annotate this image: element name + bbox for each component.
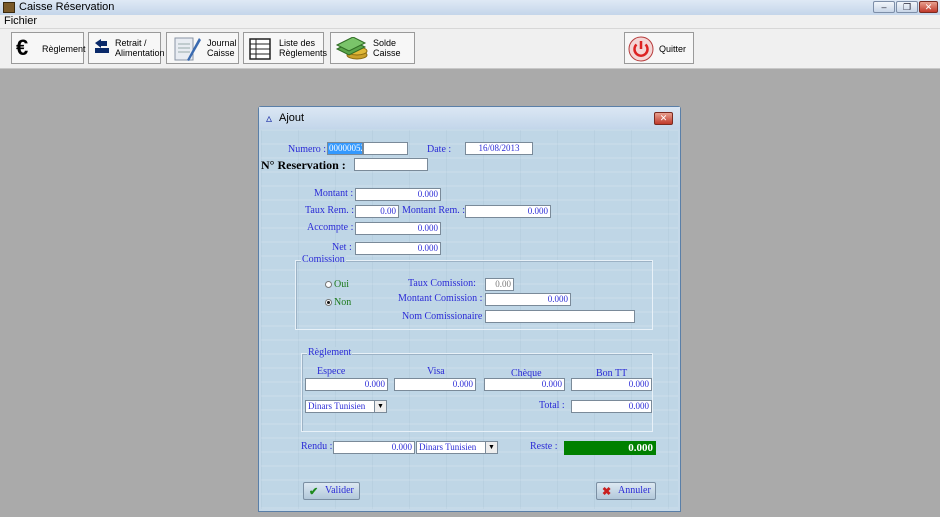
valider-button[interactable]: ✔ Valider xyxy=(303,482,360,500)
comission-non-radio[interactable] xyxy=(325,299,332,306)
retrait-alimentation-button[interactable]: Retrait / Alimentation xyxy=(88,32,165,64)
cheque-field[interactable]: 0.000 xyxy=(484,378,565,391)
reglement-label: Règlement xyxy=(42,44,86,54)
comission-group-label: Comission xyxy=(301,254,346,265)
journal-icon xyxy=(171,34,201,65)
total-label: Total : xyxy=(539,400,565,411)
reste-value: 0.000 xyxy=(564,441,656,455)
toolbar: € Règlement Retrait / Alimentation Journ… xyxy=(0,29,940,69)
comission-oui-radio[interactable] xyxy=(325,281,332,288)
dialog-titlebar: ▵ Ajout ✕ xyxy=(259,107,680,129)
reservation-field[interactable] xyxy=(354,158,428,171)
power-icon xyxy=(628,36,654,65)
numero-label: Numero : xyxy=(288,144,327,155)
chevron-down-icon[interactable]: ▼ xyxy=(374,401,386,412)
dialog-title: Ajout xyxy=(279,112,305,124)
taux-comission-field[interactable]: 0.00 xyxy=(485,278,514,291)
ajout-dialog: ▵ Ajout ✕ Numero : 00000052 Date : 16/08… xyxy=(258,106,681,512)
nom-comissionaire-label: Nom Comissionaire : xyxy=(402,311,488,322)
comission-oui-label: Oui xyxy=(334,279,349,290)
solde-label-1: Solde xyxy=(373,38,397,48)
taux-comission-label: Taux Comission: xyxy=(408,278,476,289)
retrait-label-2: Alimentation xyxy=(115,48,165,58)
accompte-label: Accompte : xyxy=(307,222,354,233)
bontt-field[interactable]: 0.000 xyxy=(571,378,652,391)
net-field[interactable]: 0.000 xyxy=(355,242,441,255)
money-stack-icon xyxy=(335,36,369,64)
table-list-icon xyxy=(249,38,271,63)
reglement-button[interactable]: € Règlement xyxy=(11,32,86,64)
comission-non-label: Non xyxy=(334,297,352,308)
date-label: Date : xyxy=(427,144,452,155)
menubar: Fichier xyxy=(0,15,940,29)
dialog-body: Numero : 00000052 Date : 16/08/2013 N° R… xyxy=(261,130,678,509)
quitter-button[interactable]: Quitter xyxy=(624,32,694,64)
solde-caisse-button[interactable]: Solde Caisse xyxy=(330,32,415,64)
visa-label: Visa xyxy=(427,366,445,377)
reservation-label: N° Reservation : xyxy=(261,158,346,172)
journal-label-1: Journal xyxy=(207,38,237,48)
numero-field[interactable]: 00000052 xyxy=(327,142,363,155)
solde-label-2: Caisse xyxy=(373,48,401,58)
montant-comission-label: Montant Comission : xyxy=(398,293,483,304)
montant-comission-field[interactable]: 0.000 xyxy=(485,293,571,306)
triangle-icon: ▵ xyxy=(266,111,273,125)
restore-button[interactable]: ❐ xyxy=(896,1,918,13)
numero-field-tail xyxy=(363,142,408,155)
dialog-close-button[interactable]: ✕ xyxy=(654,112,673,125)
window-title: Caisse Réservation xyxy=(19,1,115,13)
devise-select-value: Dinars Tunisien xyxy=(308,401,366,411)
visa-field[interactable]: 0.000 xyxy=(394,378,476,391)
menu-fichier[interactable]: Fichier xyxy=(4,15,37,27)
window-titlebar: Caisse Réservation – ❐ ✕ xyxy=(0,0,940,15)
return-arrow-icon xyxy=(93,38,111,59)
reste-label: Reste : xyxy=(530,441,558,452)
montant-label: Montant : xyxy=(314,188,354,199)
annuler-button[interactable]: ✖ Annuler xyxy=(596,482,656,500)
annuler-label: Annuler xyxy=(618,485,651,496)
euro-icon: € xyxy=(16,35,29,60)
retrait-label-1: Retrait / xyxy=(115,38,147,48)
taux-rem-field[interactable]: 0.00 xyxy=(355,205,399,218)
rendu-devise-select[interactable]: Dinars Tunisien ▼ xyxy=(416,441,498,454)
valider-label: Valider xyxy=(325,485,354,496)
espece-label: Espece xyxy=(317,366,346,377)
reglement-group: Règlement xyxy=(301,347,653,432)
taux-rem-label: Taux Rem. : xyxy=(305,205,355,216)
liste-reglements-button[interactable]: Liste des Règlements xyxy=(243,32,328,64)
rendu-label: Rendu : xyxy=(301,441,333,452)
montant-rem-label: Montant Rem. : xyxy=(402,205,466,216)
cross-icon: ✖ xyxy=(602,486,612,498)
checkmark-icon: ✔ xyxy=(309,486,319,498)
devise-select[interactable]: Dinars Tunisien ▼ xyxy=(305,400,387,413)
montant-field[interactable]: 0.000 xyxy=(355,188,441,201)
liste-label-1: Liste des xyxy=(279,38,316,48)
journal-caisse-button[interactable]: Journal Caisse xyxy=(166,32,239,64)
quitter-label: Quitter xyxy=(659,44,687,54)
date-field[interactable]: 16/08/2013 xyxy=(465,142,533,155)
montant-rem-field[interactable]: 0.000 xyxy=(465,205,551,218)
accompte-field[interactable]: 0.000 xyxy=(355,222,441,235)
total-field[interactable]: 0.000 xyxy=(571,400,652,413)
reglement-group-label: Règlement xyxy=(307,347,353,358)
window-close-button[interactable]: ✕ xyxy=(919,1,938,13)
nom-comissionaire-field[interactable] xyxy=(485,310,635,323)
app-icon xyxy=(3,2,15,13)
journal-label-2: Caisse xyxy=(207,48,235,58)
espece-field[interactable]: 0.000 xyxy=(305,378,388,391)
rendu-field[interactable]: 0.000 xyxy=(333,441,415,454)
rendu-devise-select-value: Dinars Tunisien xyxy=(419,442,477,452)
net-label: Net : xyxy=(332,242,352,253)
chevron-down-icon[interactable]: ▼ xyxy=(485,442,497,453)
minimize-button[interactable]: – xyxy=(873,1,895,13)
liste-label-2: Règlements xyxy=(279,48,328,58)
